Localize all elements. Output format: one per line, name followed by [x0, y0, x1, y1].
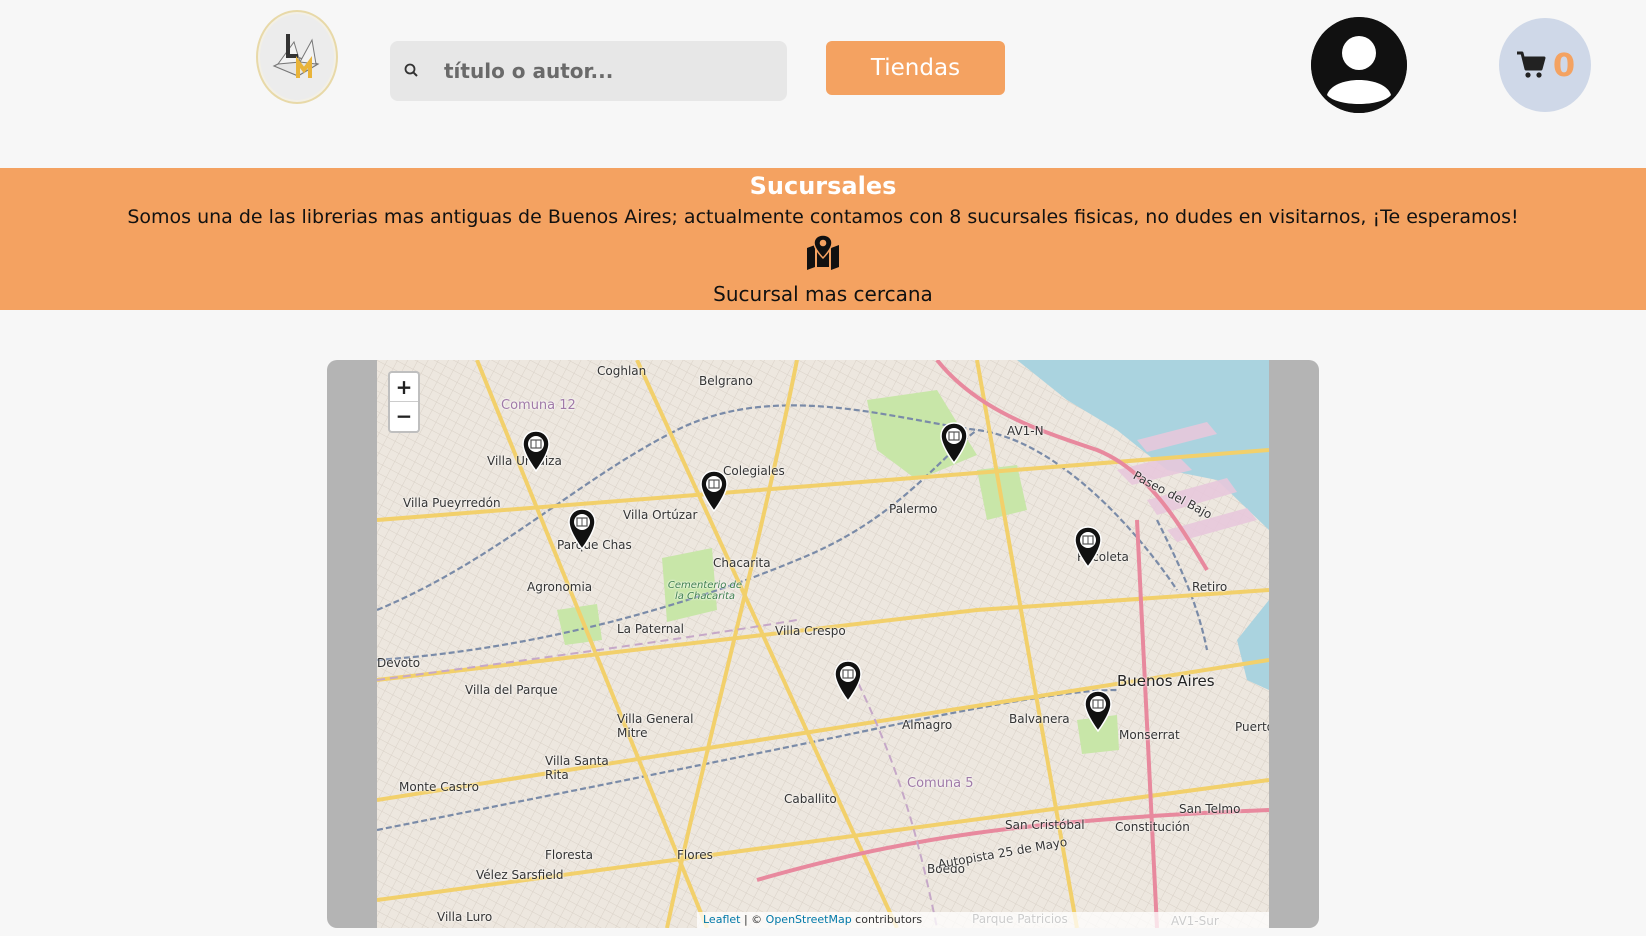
search-icon [404, 63, 418, 77]
place-label: Cementerio de la Chacarita [667, 580, 743, 602]
user-circle-icon [1311, 17, 1407, 113]
map-location-icon[interactable] [804, 234, 842, 270]
branch-marker-icon[interactable] [939, 422, 969, 464]
place-label: Coghlan [597, 364, 647, 378]
place-label: Chacarita [713, 556, 771, 570]
branch-marker-icon[interactable] [833, 660, 863, 702]
branch-marker-icon[interactable] [521, 430, 551, 472]
zoom-in-button[interactable]: + [390, 373, 418, 402]
place-label: Villa Ortúzar [623, 508, 698, 522]
banner-title: Sucursales [749, 172, 897, 200]
branch-marker-icon[interactable] [1083, 690, 1113, 732]
tiendas-button[interactable]: Tiendas [826, 41, 1005, 95]
banner-description: Somos una de las librerias mas antiguas … [127, 206, 1519, 228]
attribution-suffix: contributors [851, 913, 923, 926]
site-header: Tiendas 0 [0, 0, 1646, 168]
branch-marker-icon[interactable] [1073, 526, 1103, 568]
place-label: Almagro [902, 718, 953, 732]
place-label: Flores [677, 848, 713, 862]
branch-marker-icon[interactable] [699, 470, 729, 512]
place-label: Balvanera [1009, 712, 1070, 726]
place-label: Devoto [377, 656, 421, 670]
place-label: Villa Santa Rita [545, 754, 609, 782]
map-attribution: Leaflet | © OpenStreetMap contributors [697, 912, 1269, 928]
place-label: Agronomia [527, 580, 593, 594]
cart-icon [1516, 51, 1546, 78]
cart-button[interactable]: 0 [1499, 18, 1591, 112]
map-frame: + − Coghlan Belgrano Comuna 12 Villa Urquiz… [327, 360, 1319, 928]
place-label: Villa Luro [437, 910, 493, 924]
branch-marker-icon[interactable] [567, 508, 597, 550]
search-bar[interactable] [390, 41, 787, 101]
osm-link[interactable]: OpenStreetMap [766, 913, 852, 926]
user-avatar[interactable] [1311, 17, 1407, 113]
store-logo[interactable] [256, 10, 338, 104]
place-label: Vélez Sarsfield [476, 868, 564, 882]
nearest-branch-label[interactable]: Sucursal mas cercana [0, 282, 1646, 306]
place-label: Constitución [1115, 820, 1190, 834]
place-label: Retiro [1192, 580, 1228, 594]
branches-banner: Sucursales Somos una de las librerias ma… [0, 168, 1646, 310]
place-label: Villa General Mitre [617, 712, 694, 740]
place-label: Villa Crespo [775, 624, 846, 638]
place-label: Buenos Aires [1117, 672, 1215, 690]
book-logo-icon [272, 34, 320, 78]
zoom-control: + − [388, 371, 420, 433]
cart-count: 0 [1552, 46, 1576, 84]
attribution-separator: | © [740, 913, 766, 926]
leaflet-link[interactable]: Leaflet [703, 913, 740, 926]
place-label: Floresta [545, 848, 593, 862]
place-label: Comuna 12 [501, 398, 576, 413]
branches-map[interactable]: + − Coghlan Belgrano Comuna 12 Villa Urquiz… [377, 360, 1269, 928]
place-label: Villa Pueyrredón [403, 496, 501, 510]
place-label: Puerto [1235, 720, 1269, 734]
place-label: Belgrano [699, 374, 753, 388]
place-label: Colegiales [723, 464, 785, 478]
place-label: Villa del Parque [465, 683, 558, 697]
place-label: Monte Castro [399, 780, 479, 794]
place-label: Palermo [889, 502, 938, 516]
zoom-out-button[interactable]: − [390, 402, 418, 431]
place-label: La Paternal [617, 622, 685, 636]
place-label: Monserrat [1119, 728, 1180, 742]
place-label: Comuna 5 [907, 776, 974, 791]
search-input[interactable] [444, 51, 774, 91]
place-label: AV1-N [1007, 424, 1044, 438]
place-label: San Telmo [1179, 802, 1241, 816]
map-tiles [377, 360, 1269, 928]
place-label: Caballito [784, 792, 837, 806]
place-label: San Cristóbal [1005, 818, 1085, 832]
